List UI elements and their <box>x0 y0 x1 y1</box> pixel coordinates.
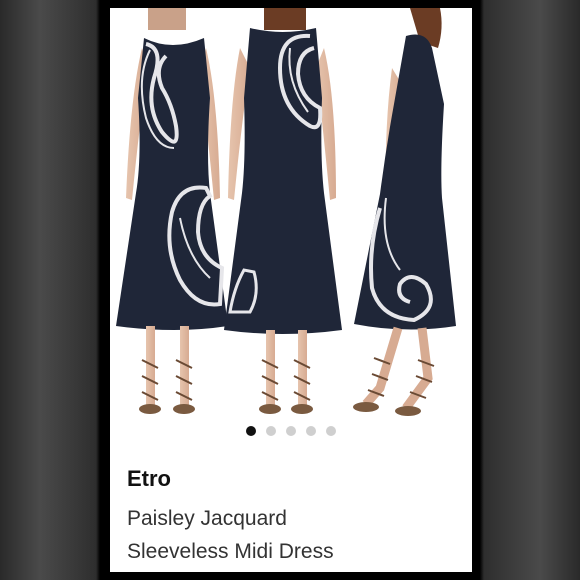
model-back-view <box>224 8 342 414</box>
product-title: Paisley Jacquard Sleeveless Midi Dress <box>127 502 457 568</box>
dress-photo <box>116 8 456 416</box>
product-brand[interactable]: Etro <box>127 466 171 492</box>
product-card: Etro Paisley Jacquard Sleeveless Midi Dr… <box>110 8 472 572</box>
model-front-view <box>116 8 228 414</box>
model-side-view <box>353 8 456 416</box>
pagination-dot-4[interactable] <box>306 426 316 436</box>
product-image-gallery[interactable] <box>110 8 472 418</box>
pagination-dot-1[interactable] <box>246 426 256 436</box>
product-title-line-2: Sleeveless Midi Dress <box>127 540 334 563</box>
gallery-pagination <box>110 426 472 436</box>
pagination-dot-5[interactable] <box>326 426 336 436</box>
product-title-line-1: Paisley Jacquard <box>127 507 287 530</box>
pagination-dot-2[interactable] <box>266 426 276 436</box>
pagination-dot-3[interactable] <box>286 426 296 436</box>
